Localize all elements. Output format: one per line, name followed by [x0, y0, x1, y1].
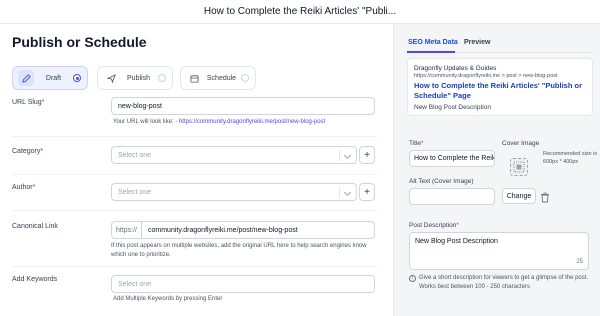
- category-label: Category*: [12, 148, 44, 155]
- author-select[interactable]: Select one: [111, 183, 357, 201]
- send-icon: [103, 70, 119, 86]
- chevron-down-icon: [343, 151, 352, 160]
- select-divider: [339, 187, 340, 198]
- keywords-label: Add Keywords: [12, 276, 58, 283]
- canonical-hint: If this post appears on multiple website…: [111, 243, 367, 258]
- status-option-label: Draft: [45, 74, 62, 82]
- change-cover-button[interactable]: Change: [502, 188, 536, 204]
- chevron-down-icon: [343, 188, 352, 197]
- tab-preview[interactable]: Preview: [464, 39, 490, 46]
- window-title-bar: How to Complete the Reiki Articles' "Pub…: [0, 0, 600, 24]
- serp-headline: How to Complete the Reiki Articles' "Pub…: [414, 81, 583, 100]
- seo-title-input[interactable]: How to Complete the Reiki: [409, 150, 495, 167]
- divider: [12, 174, 377, 175]
- trash-icon[interactable]: [540, 190, 552, 203]
- url-slug-label: URL Slug*: [12, 99, 45, 106]
- status-option-publish[interactable]: Publish: [97, 66, 173, 90]
- divider: [12, 136, 377, 137]
- add-category-button[interactable]: +: [359, 146, 375, 164]
- active-tab-indicator: [407, 51, 455, 53]
- category-select[interactable]: Select one: [111, 146, 357, 164]
- page-title: Publish or Schedule: [12, 34, 147, 50]
- status-option-draft[interactable]: Draft: [12, 66, 88, 90]
- publish-form-panel: Publish or Schedule Draft Publish Schedu…: [0, 24, 393, 316]
- select-divider: [339, 150, 340, 161]
- category-placeholder: Select one: [118, 151, 152, 159]
- title-label: Title*: [409, 140, 424, 147]
- author-label: Author*: [12, 184, 36, 191]
- window-title: How to Complete the Reiki Articles' "Pub…: [203, 6, 397, 17]
- keywords-input[interactable]: Select one: [111, 275, 375, 293]
- cover-image-label: Cover Image: [502, 140, 540, 147]
- author-placeholder: Select one: [118, 188, 152, 196]
- serp-description: New Blog Post Description: [414, 104, 491, 111]
- image-placeholder-icon: [513, 161, 525, 173]
- post-description-hint: Give a short description for viewers to …: [419, 275, 589, 290]
- serp-site-name: Dragonfly Updates & Guides: [414, 65, 497, 72]
- canonical-link-input[interactable]: community.dragonflyreiki.me/post/new-blo…: [141, 221, 375, 239]
- search-preview-card: Dragonfly Updates & Guides https://commu…: [407, 58, 593, 116]
- draft-radio[interactable]: [73, 74, 81, 82]
- url-preview-link[interactable]: https://community.dragonflyreiki.me/post…: [179, 119, 325, 125]
- alt-text-input[interactable]: [409, 188, 495, 205]
- add-author-button[interactable]: +: [359, 183, 375, 201]
- schedule-radio[interactable]: [241, 74, 249, 82]
- edit-icon: [18, 70, 34, 86]
- character-count: 25: [576, 259, 583, 265]
- cover-image-note: Recommended size is 600px * 400px: [543, 151, 598, 165]
- status-option-label: Schedule: [206, 74, 237, 82]
- url-slug-hint: Your URL will look like: - https://commu…: [113, 119, 326, 125]
- post-description-label: Post Description*: [409, 222, 459, 229]
- publish-radio[interactable]: [158, 74, 166, 82]
- status-option-schedule[interactable]: Schedule: [180, 66, 256, 90]
- post-description-textarea[interactable]: New Blog Post Description 25: [409, 232, 589, 270]
- divider: [12, 210, 377, 211]
- canonical-prefix: https://: [111, 221, 141, 239]
- divider: [12, 266, 377, 267]
- cover-image-thumbnail[interactable]: [510, 158, 528, 176]
- calendar-icon: [186, 70, 202, 86]
- alt-text-label: Alt Text (Cover Image): [409, 178, 474, 185]
- url-slug-input[interactable]: new-blog-post: [111, 97, 375, 115]
- tab-seo-meta-data[interactable]: SEO Meta Data: [408, 39, 458, 46]
- status-option-label: Publish: [127, 74, 150, 82]
- post-description-value: New Blog Post Description: [415, 238, 498, 245]
- canonical-link-label: Canonical Link: [12, 223, 58, 230]
- serp-url: https://community.dragonflyreiki.me > po…: [414, 73, 558, 79]
- keywords-hint: Add Multiple Keywords by pressing Enter: [113, 296, 223, 302]
